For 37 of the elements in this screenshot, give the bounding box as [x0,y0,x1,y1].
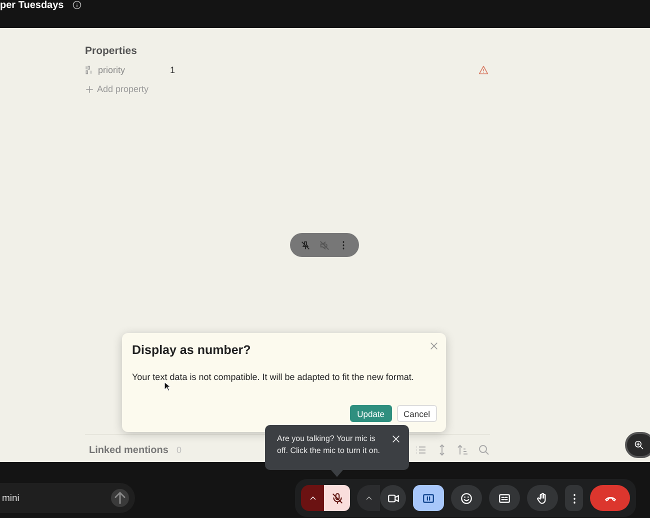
raise-hand-button[interactable] [527,485,558,511]
info-icon[interactable] [72,0,82,10]
hand-icon [536,492,549,504]
dialog-title: Display as number? [132,343,251,357]
captions-button[interactable] [489,485,520,511]
page-title: per Tuesdays [0,0,64,11]
section-heading: Properties [85,45,138,57]
cancel-button[interactable]: Cancel [396,405,437,422]
message-bar[interactable]: mini [0,483,135,513]
update-button[interactable]: Update [350,405,392,422]
close-icon [391,434,401,444]
emoji-button[interactable] [451,485,482,511]
mic-off-icon [330,492,344,504]
zoom-in-icon [634,440,644,450]
pin-off-icon[interactable] [300,240,311,250]
smiley-icon [460,492,473,504]
property-value[interactable]: 1 [170,65,478,75]
cursor-icon [164,381,171,392]
dialog-message: Your text data is not compatible. It will be adapted to fit the new format. [132,372,415,382]
close-icon [429,341,439,351]
tooltip-pointer [331,470,343,477]
tooltip: Are you talking? Your mic is off. Click the mic to turn it on. [265,425,409,470]
send-button[interactable] [111,489,129,507]
camera-icon [386,492,400,504]
more-button[interactable] [565,485,583,511]
message-field[interactable]: mini [0,492,111,504]
end-call-button[interactable] [590,485,630,511]
screen-icon [422,492,435,504]
number-icon [85,65,94,75]
chevron-up-icon [308,494,316,502]
chevron-up-icon [364,494,372,502]
captions-icon [498,492,511,504]
camera-button[interactable] [380,485,406,511]
plus-icon [85,84,94,94]
present-button[interactable] [413,485,444,511]
section-heading: Linked mentions [89,444,168,456]
mic-off-button[interactable] [324,485,350,511]
